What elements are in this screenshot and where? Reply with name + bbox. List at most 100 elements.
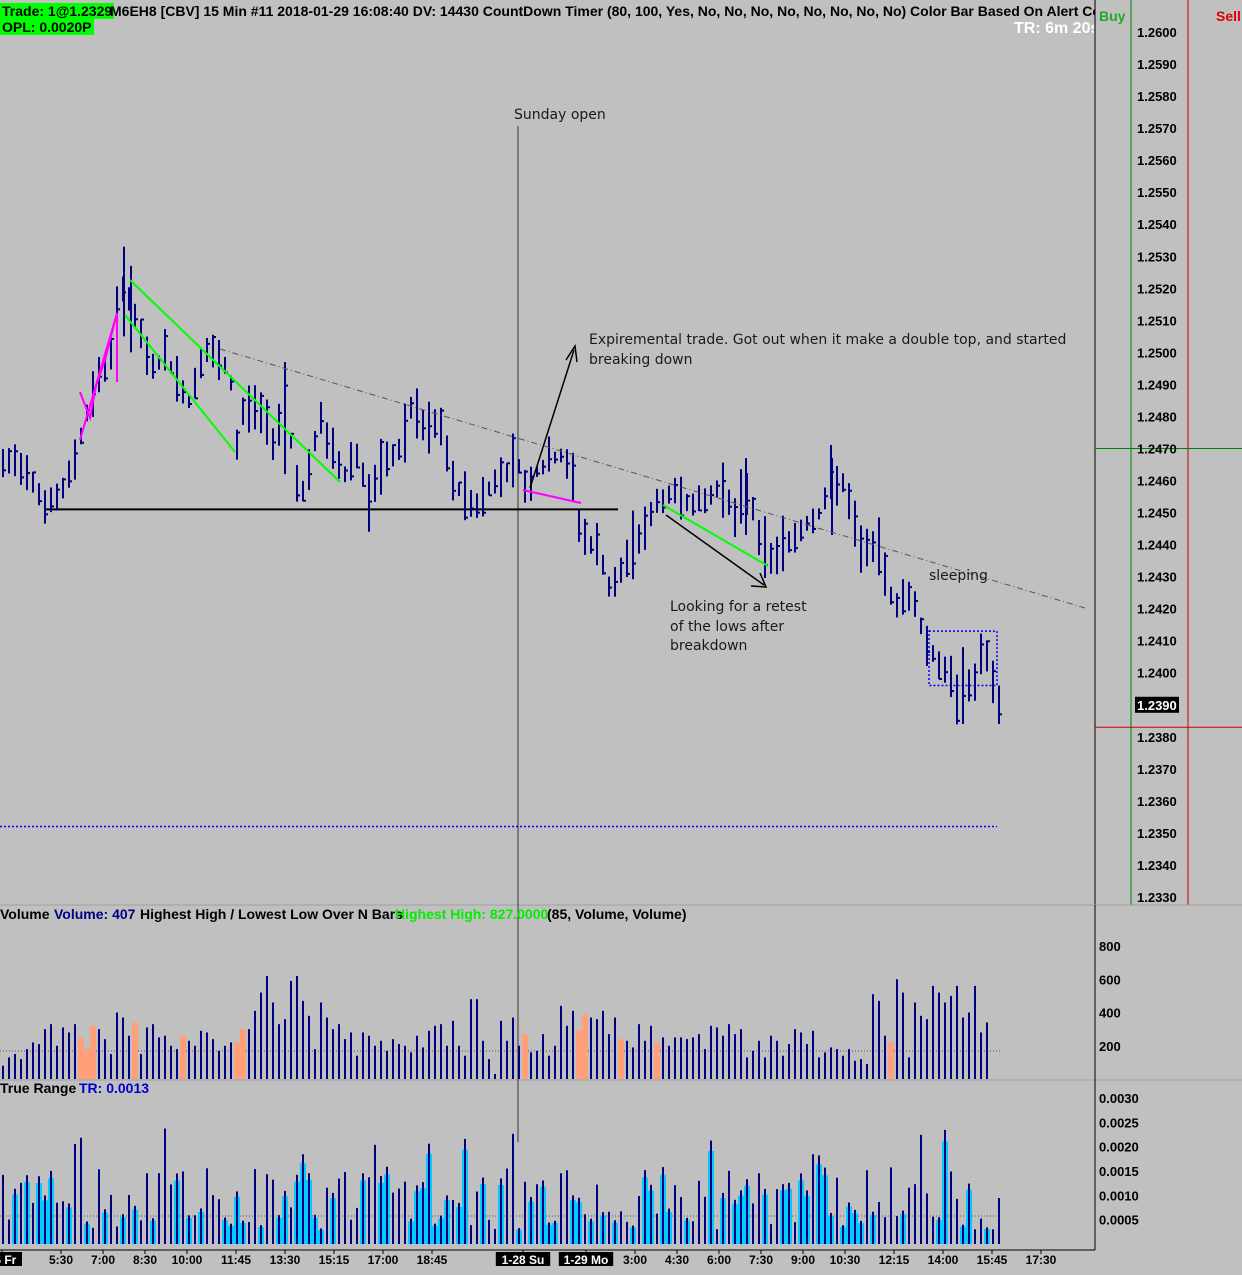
buy-label[interactable]: Buy (1099, 8, 1125, 24)
hh-value: Highest High: 827.0000 (395, 906, 549, 922)
volume-bar (662, 1037, 664, 1079)
volume-bar (440, 1024, 442, 1079)
volume-bar (962, 1017, 964, 1079)
tr-bar (998, 1198, 1000, 1244)
volume-panel-title: Volume (0, 906, 50, 922)
volume-tick-label: 400 (1099, 1006, 1121, 1021)
volume-bar (572, 1010, 574, 1079)
tr-bar (26, 1175, 28, 1244)
tr-bar (758, 1173, 760, 1244)
tr-tick-label: 0.0005 (1099, 1213, 1139, 1228)
time-label: 12:15 (879, 1253, 910, 1267)
volume-bar (180, 1035, 186, 1079)
tr-bar (698, 1180, 700, 1244)
opl-badge: OPL: 0.0020P (0, 19, 94, 35)
tr-bar (236, 1191, 238, 1244)
volume-bar (842, 1055, 844, 1079)
volume-bar (938, 992, 940, 1079)
tr-bar (542, 1180, 544, 1244)
tr-bar (164, 1128, 166, 1244)
price-tick-label: 1.2500 (1137, 345, 1177, 360)
volume-value: Volume: 407 (54, 906, 136, 922)
price-tick-label: 1.2470 (1137, 441, 1177, 456)
tr-bar (68, 1203, 70, 1244)
tr-bar (944, 1129, 946, 1244)
time-label: 26 Fr (0, 1253, 17, 1267)
price-tick-label: 1.2410 (1137, 634, 1177, 649)
volume-bar (902, 992, 904, 1079)
tr-bar (860, 1220, 862, 1244)
tr-bar (638, 1196, 640, 1244)
tr-bar (950, 1171, 952, 1244)
price-tick-label: 1.2580 (1137, 89, 1177, 104)
tr-bar (968, 1183, 970, 1244)
volume-bar (248, 1029, 250, 1079)
sell-label[interactable]: Sell (1216, 8, 1241, 24)
volume-bar (416, 1035, 418, 1079)
tr-bar (314, 1214, 316, 1244)
tr-bar (182, 1171, 184, 1244)
volume-bar (482, 1040, 484, 1079)
volume-bar (350, 1032, 352, 1079)
volume-bar (234, 1042, 240, 1079)
volume-bar (470, 999, 472, 1079)
tr-bar (20, 1182, 22, 1244)
tr-bar (176, 1173, 178, 1244)
volume-bar (2, 1065, 4, 1079)
tr-bar (704, 1196, 706, 1244)
volume-bar (188, 1040, 190, 1079)
volume-bar (908, 1057, 910, 1079)
tr-bar (926, 1193, 928, 1244)
volume-tick-label: 200 (1099, 1039, 1121, 1054)
volume-bar (668, 1045, 670, 1079)
tr-bar (344, 1171, 346, 1244)
volume-bars (2, 975, 988, 1079)
trendlines (79, 279, 1086, 609)
tr-bar (662, 1167, 664, 1244)
volume-bar (618, 1039, 624, 1079)
tr-bar (728, 1170, 730, 1244)
tr-bar (254, 1169, 256, 1244)
volume-bar (710, 1025, 712, 1079)
volume-bar (302, 1000, 304, 1079)
tr-bar (2, 1174, 4, 1244)
volume-bar (728, 1024, 730, 1079)
volume-bar (422, 1047, 424, 1079)
volume-bar (230, 1042, 232, 1079)
tr-bar (62, 1201, 64, 1244)
volume-bar (704, 1049, 706, 1079)
tr-bar (800, 1173, 802, 1244)
tr-bar (494, 1228, 496, 1244)
tr-bar (38, 1176, 40, 1244)
volume-bar (500, 1020, 502, 1079)
volume-bar (944, 1002, 946, 1079)
volume-bar (254, 1010, 256, 1079)
time-label: 7:00 (91, 1253, 115, 1267)
tr-bar (890, 1167, 892, 1244)
tr-bar (434, 1223, 436, 1244)
volume-bar (116, 1012, 118, 1079)
tr-bar (848, 1202, 850, 1244)
tr-tick-label: 0.0020 (1099, 1140, 1139, 1155)
time-label: 17:30 (1026, 1253, 1057, 1267)
volume-bar (788, 1044, 790, 1079)
tr-bar (830, 1213, 832, 1244)
tr-bar (464, 1138, 466, 1244)
time-label: 14:00 (928, 1253, 959, 1267)
tr-bar (686, 1217, 688, 1244)
tr-bar (752, 1203, 754, 1244)
volume-bar (98, 1029, 100, 1079)
volume-bar (260, 992, 262, 1079)
price-tick-label: 1.2370 (1137, 762, 1177, 777)
tr-bar (32, 1202, 34, 1244)
tr-bar (836, 1177, 838, 1244)
tr-bar (506, 1168, 508, 1244)
tr-bar (872, 1211, 874, 1244)
green-trendline-2 (124, 314, 236, 453)
time-label: 11:45 (221, 1253, 251, 1267)
tr-bar (908, 1187, 910, 1244)
tr-bar (896, 1216, 898, 1244)
price-tick-label: 1.2360 (1137, 794, 1177, 809)
volume-bar (290, 980, 292, 1079)
tr-value: TR: 0.0013 (79, 1080, 150, 1096)
